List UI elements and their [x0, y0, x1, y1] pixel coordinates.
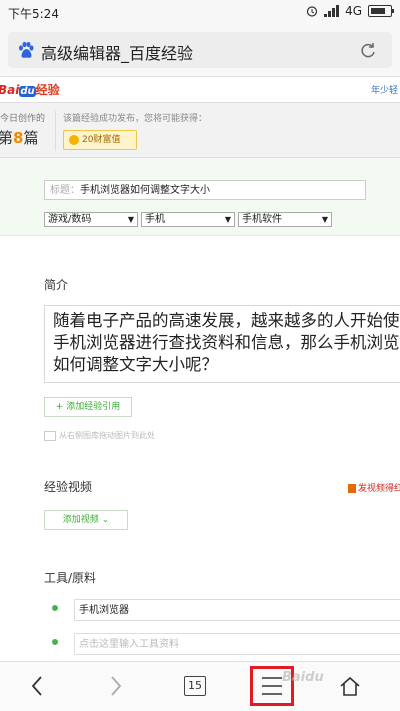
user-link[interactable]: 年少轻	[371, 83, 398, 96]
chevron-down-icon: ⌄	[101, 515, 110, 525]
gift-icon	[348, 484, 356, 493]
back-button[interactable]	[17, 668, 57, 704]
alarm-icon	[306, 6, 318, 17]
web-content: Baidu经验 年少轻 今日创作的 第8篇 该篇经验成功发布，您将可能获得： 2…	[0, 77, 400, 661]
category-select-3[interactable]: 手机软件 ▼	[238, 212, 332, 227]
url-field[interactable]: 高级编辑器_百度经验	[8, 32, 392, 68]
status-icons: 4G	[306, 4, 394, 18]
baidu-paw-icon	[19, 41, 34, 58]
dropdown-arrow-icon: ▼	[127, 215, 134, 224]
drag-image-hint: 从右侧图库拖动图片到此处	[44, 430, 155, 441]
forward-arrow-icon	[111, 676, 122, 696]
add-reference-button[interactable]: + 添加经验引用	[44, 397, 132, 417]
wealth-reward-badge: 20财富值	[63, 130, 137, 150]
add-video-button[interactable]: 添加视频 ⌄	[44, 510, 128, 530]
status-bar: 下午5:24 4G	[0, 0, 400, 24]
signal-icon	[324, 5, 340, 17]
intro-textarea[interactable]: 随着电子产品的高速发展，越来越多的人开始使 手机浏览器进行查找资料和信息，那么手…	[44, 305, 400, 383]
status-time: 下午5:24	[8, 7, 59, 21]
bullet-dot	[52, 605, 58, 611]
image-icon	[44, 430, 56, 441]
title-category-panel: 标题：手机浏览器如何调整文字大小 游戏/数码 ▼ 手机 ▼ 手机软件 ▼	[0, 158, 400, 236]
address-bar: 高级编辑器_百度经验	[0, 24, 400, 77]
home-button[interactable]	[330, 668, 370, 704]
article-count: 第8篇	[0, 129, 39, 147]
back-arrow-icon	[31, 676, 42, 696]
page-title: 高级编辑器_百度经验	[41, 44, 194, 63]
publish-notice: 该篇经验成功发布，您将可能获得：	[63, 114, 208, 124]
site-header: Baidu经验 年少轻	[0, 77, 400, 103]
tool-input-1[interactable]: 手机浏览器	[74, 599, 400, 621]
category-select-1[interactable]: 游戏/数码 ▼	[44, 212, 138, 227]
category-select-2[interactable]: 手机 ▼	[141, 212, 235, 227]
intro-label: 简介	[44, 278, 69, 292]
dropdown-arrow-icon: ▼	[224, 215, 231, 224]
creation-stats: 今日创作的 第8篇 该篇经验成功发布，您将可能获得： 20财富值	[0, 103, 400, 158]
tabs-button[interactable]: 15	[175, 668, 215, 704]
tools-label: 工具/原料	[44, 571, 97, 585]
video-label: 经验视频	[44, 480, 93, 494]
baidu-jingyan-logo[interactable]: Baidu经验	[0, 81, 60, 98]
title-input[interactable]: 标题：手机浏览器如何调整文字大小	[44, 180, 366, 200]
refresh-icon[interactable]	[358, 40, 378, 60]
send-video-link[interactable]: 发视频得红	[348, 481, 400, 494]
battery-icon	[368, 5, 394, 17]
bullet-dot	[52, 639, 58, 645]
dropdown-arrow-icon: ▼	[321, 215, 328, 224]
today-created-label: 今日创作的	[0, 114, 46, 124]
watermark: Baidu	[282, 670, 324, 685]
browser-toolbar: 15	[0, 662, 400, 711]
tab-count: 15	[184, 676, 206, 696]
tool-input-2[interactable]: 点击这里输入工具资料	[74, 633, 400, 655]
coin-icon	[69, 134, 79, 145]
divider	[55, 111, 56, 151]
forward-button[interactable]	[96, 668, 136, 704]
network-type: 4G	[345, 4, 362, 18]
home-icon	[340, 676, 360, 696]
